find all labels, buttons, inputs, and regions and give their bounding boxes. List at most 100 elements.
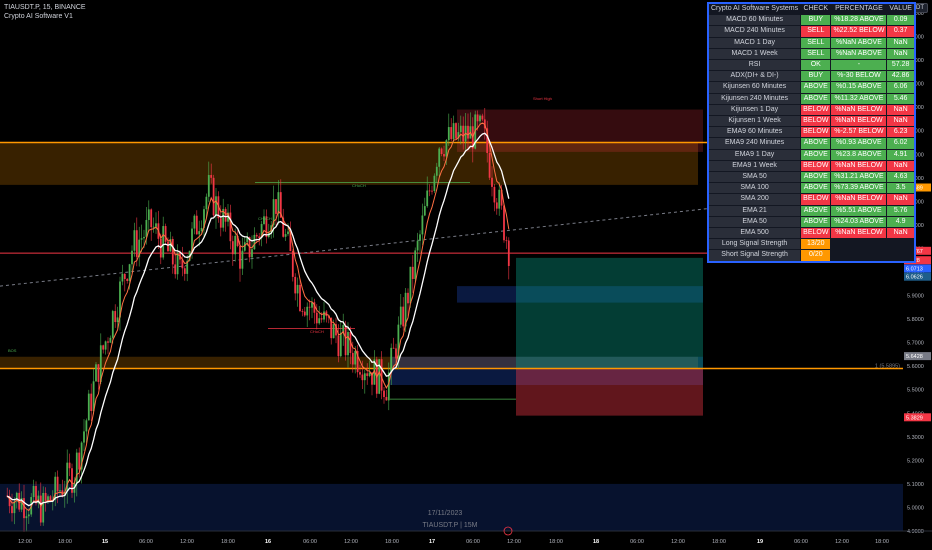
candle <box>359 372 361 375</box>
candle <box>212 177 215 216</box>
candle <box>109 337 112 343</box>
percentage-cell: %5.51 ABOVE <box>830 204 888 217</box>
y-tick-label: 5.7000 <box>907 341 924 347</box>
candle <box>155 223 157 227</box>
percentage-cell: %22.52 BELOW <box>830 25 888 38</box>
candle <box>351 352 354 365</box>
candle <box>443 154 445 157</box>
candle <box>361 374 364 381</box>
candle <box>481 115 484 120</box>
value-cell: NaN <box>886 47 916 61</box>
x-tick-label: 06:00 <box>303 539 317 545</box>
table-row: Short Signal Strength 0/20 <box>707 249 916 263</box>
candle <box>135 230 138 257</box>
table-row: SMA 100 ABOVE %73.39 ABOVE 3.5 <box>707 182 916 195</box>
candle <box>419 234 421 241</box>
candle <box>366 373 369 376</box>
candle <box>296 284 299 294</box>
candle <box>83 431 85 443</box>
candle <box>68 462 71 469</box>
y-tick-label: 5.8000 <box>907 317 924 323</box>
value-cell: 42.86 <box>886 70 916 83</box>
x-tick-label: 06:00 <box>466 539 480 545</box>
percentage-cell: %NaN ABOVE <box>830 36 888 49</box>
x-tick-label: 06:00 <box>630 539 644 545</box>
candle <box>251 249 253 258</box>
candle <box>339 332 342 357</box>
candle <box>421 215 424 235</box>
row-label: Kijunsen 1 Week <box>707 115 802 128</box>
candle <box>229 212 232 242</box>
candle <box>97 364 100 382</box>
candle <box>402 306 405 327</box>
x-tick-label: 12:00 <box>507 539 521 545</box>
row-label: EMA 21 <box>707 204 802 217</box>
x-tick-label: 18:00 <box>58 539 72 545</box>
stop-loss-zone <box>516 368 703 416</box>
table-row: Kijunsen 60 Minutes ABOVE %0.15 ABOVE 6.06 <box>707 81 916 94</box>
percentage-cell: %18.28 ABOVE <box>830 14 888 27</box>
candle <box>337 335 340 357</box>
check-cell: ABOVE <box>800 92 832 105</box>
candle <box>42 492 45 523</box>
candle <box>152 226 155 228</box>
candle <box>162 226 165 258</box>
candle <box>495 202 498 209</box>
x-tick-label: 15 <box>102 539 108 545</box>
percentage-cell: %-2.57 BELOW <box>830 126 888 139</box>
table-row: SMA 50 ABOVE %31.21 ABOVE 4.63 <box>707 171 916 184</box>
candle <box>56 476 59 492</box>
candle <box>13 501 16 514</box>
symbol-header: TIAUSDT.P, 15, BINANCE Crypto AI Softwar… <box>4 3 86 21</box>
price-tag-low-text: 5.3829 <box>906 415 923 421</box>
candle <box>435 166 438 176</box>
check-cell: 0/20 <box>800 249 832 263</box>
candle <box>219 218 222 228</box>
table-row: EMA9 60 Minutes BELOW %-2.57 BELOW 6.23 <box>707 126 916 139</box>
candle <box>231 241 234 255</box>
candle <box>447 127 450 141</box>
candle <box>476 114 479 122</box>
candle <box>318 318 321 324</box>
candle <box>503 205 505 241</box>
row-label: MACD 1 Week <box>707 47 802 61</box>
table-header: VALUE <box>886 2 916 16</box>
table-row: SMA 200 BELOW %NaN BELOW NaN <box>707 193 916 206</box>
candle <box>205 196 208 210</box>
candle <box>241 250 244 269</box>
candle <box>488 152 491 178</box>
percentage-cell: %-30 BELOW <box>830 70 888 83</box>
x-tick-label: 16 <box>265 539 271 545</box>
row-label: SMA 100 <box>707 182 802 195</box>
candle <box>299 284 301 312</box>
candle <box>294 276 297 294</box>
percentage-cell: %23.8 ABOVE <box>830 148 888 161</box>
candle <box>493 186 496 203</box>
candle <box>215 196 217 216</box>
percentage-cell: %NaN BELOW <box>830 115 888 128</box>
value-cell: NaN <box>886 193 916 206</box>
row-label: SMA 50 <box>707 171 802 184</box>
candle <box>78 452 81 470</box>
row-label: Kijunsen 1 Day <box>707 103 802 117</box>
table-row: MACD 60 Minutes BUY %18.28 ABOVE 0.09 <box>707 14 916 27</box>
candle <box>462 125 465 142</box>
value-cell: NaN <box>886 36 916 49</box>
candle <box>399 306 402 325</box>
check-cell: BELOW <box>800 159 832 173</box>
value-cell: 3.5 <box>886 182 916 195</box>
candle <box>428 190 431 192</box>
candle <box>291 251 294 277</box>
y-tick-label: 5.5000 <box>907 388 924 394</box>
x-tick-label: 18:00 <box>549 539 563 545</box>
row-label: Short Signal Strength <box>707 249 802 263</box>
candle <box>104 341 107 350</box>
check-cell: ABOVE <box>800 204 832 217</box>
percentage-cell <box>830 249 888 263</box>
value-cell: 6.02 <box>886 137 916 150</box>
check-cell: BUY <box>800 14 832 27</box>
check-cell: BELOW <box>800 103 832 117</box>
value-cell <box>886 238 916 251</box>
candle <box>121 273 124 282</box>
candle <box>426 190 429 207</box>
